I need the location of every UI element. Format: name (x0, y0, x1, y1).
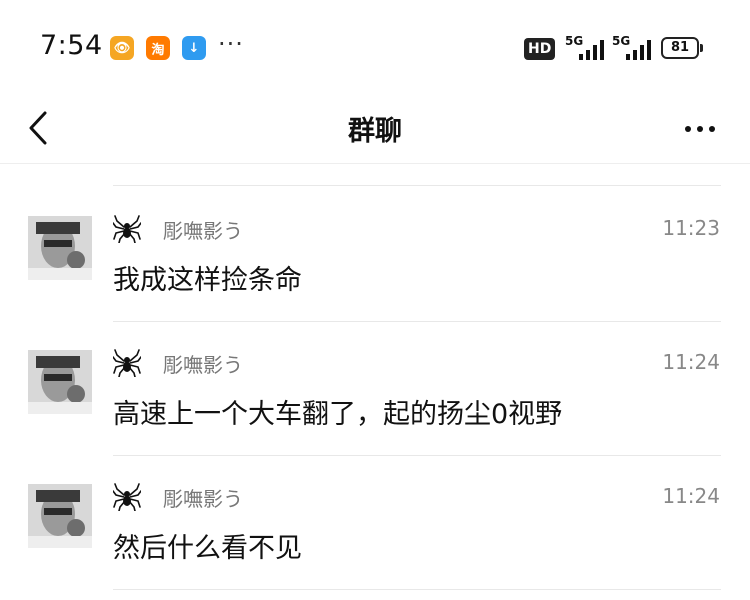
weibo-eye-icon: 👁 (110, 36, 134, 60)
more-options-button[interactable] (676, 109, 724, 149)
message-time: 11:24 (662, 484, 720, 508)
avatar[interactable] (28, 350, 92, 414)
message-item[interactable]: 彫嘸影う 11:24 然后什么看不见 (0, 456, 750, 590)
sender-name: 彫嘸影う (163, 486, 243, 511)
spider-icon (113, 215, 141, 243)
message-time: 11:23 (662, 216, 720, 240)
message-text: 我成这样捡条命 (113, 265, 302, 296)
signal-strength-2-icon (626, 40, 651, 60)
more-horizontal-icon (685, 126, 691, 132)
hd-voice-badge: HD (524, 38, 556, 60)
page-title: 群聊 (348, 116, 402, 147)
sender-row: 彫嘸影う (113, 348, 243, 378)
avatar[interactable] (28, 484, 92, 548)
message-text: 然后什么看不见 (113, 533, 302, 564)
avatar[interactable] (28, 216, 92, 280)
sender-row: 彫嘸影う (113, 482, 243, 512)
message-text: 高速上一个大车翻了，起的扬尘0视野 (113, 399, 563, 430)
spider-icon (113, 349, 141, 377)
signal-strength-1-icon (579, 40, 604, 60)
sender-name: 彫嘸影う (163, 352, 243, 377)
download-icon: ↓ (182, 36, 206, 60)
nav-bar: 群聊 (0, 95, 750, 164)
status-bar: 7:54 👁 淘 ↓ ··· HD 5G 5G 81 (0, 0, 750, 95)
battery-indicator: 81 (661, 37, 699, 59)
battery-tip (700, 44, 703, 52)
spider-icon (113, 483, 141, 511)
message-item[interactable]: 彫嘸影う 11:23 我成这样捡条命 (0, 188, 750, 322)
status-time: 7:54 (40, 30, 103, 61)
taobao-icon: 淘 (146, 36, 170, 60)
list-divider (113, 185, 721, 186)
message-item[interactable]: 彫嘸影う 11:24 高速上一个大车翻了，起的扬尘0视野 (0, 322, 750, 456)
more-notifications-icon: ··· (218, 30, 244, 58)
sender-row: 彫嘸影う (113, 214, 243, 244)
list-divider (113, 589, 721, 590)
message-time: 11:24 (662, 350, 720, 374)
sender-name: 彫嘸影う (163, 218, 243, 243)
